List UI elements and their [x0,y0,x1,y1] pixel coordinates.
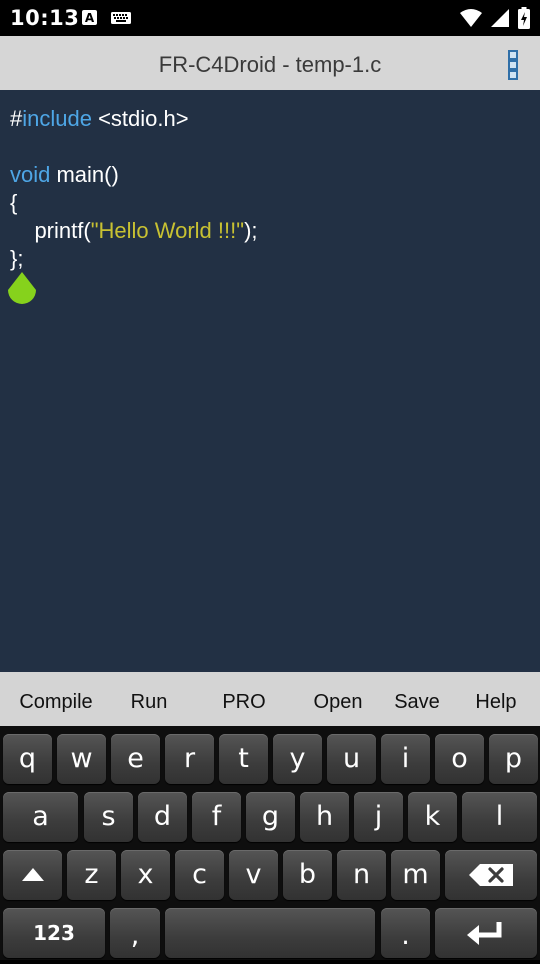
status-bar: 10:13 A [0,0,540,36]
key-n[interactable]: n [337,850,386,900]
open-button[interactable]: Open [300,672,376,726]
code-string-literal: "Hello World !!!" [90,218,245,243]
action-toolbar: Compile Run PRO Open Save Help [0,672,540,726]
key-s[interactable]: s [84,792,133,842]
code-line-4: { [10,190,18,215]
key-k[interactable]: k [408,792,457,842]
signal-icon [490,8,510,33]
battery-charging-icon [518,7,530,34]
app-title: FR-C4Droid - temp-1.c [158,52,382,77]
enter-arrow-icon [467,922,502,945]
pro-button[interactable]: PRO [206,672,282,726]
key-v[interactable]: v [229,850,278,900]
key-d[interactable]: d [138,792,187,842]
key-b[interactable]: b [283,850,332,900]
shift-arrow-icon [21,868,44,881]
key-f[interactable]: f [192,792,241,842]
key-h[interactable]: h [300,792,349,842]
backspace-key[interactable] [445,850,537,900]
key-l[interactable]: l [462,792,537,842]
code-keyword-include: include [22,106,92,131]
wifi-icon [460,8,482,33]
spacebar-key[interactable] [165,908,375,958]
key-o[interactable]: o [435,734,484,784]
code-hash: # [10,106,23,131]
key-t[interactable]: t [219,734,268,784]
code-printf-call: printf( [10,218,91,243]
backspace-icon [469,864,513,886]
key-r[interactable]: r [165,734,214,784]
code-editor[interactable]: #include <stdio.h> void main() { printf(… [0,90,540,672]
status-time: 10:13 [10,6,80,30]
keyboard-icon [111,11,131,30]
key-x[interactable]: x [121,850,170,900]
on-screen-keyboard: q w e r t y u i o p a s d f g h j k l z … [0,726,540,960]
key-p[interactable]: p [489,734,538,784]
key-z[interactable]: z [67,850,116,900]
app-title-bar: FR-C4Droid - temp-1.c [0,36,540,90]
compile-button[interactable]: Compile [6,672,106,726]
key-w[interactable]: w [57,734,106,784]
code-line-3: void main() [10,162,119,188]
key-j[interactable]: j [354,792,403,842]
key-g[interactable]: g [246,792,295,842]
code-line-5: printf("Hello World !!!"); [10,218,258,244]
key-period[interactable]: . [381,908,430,958]
key-y[interactable]: y [273,734,322,784]
code-line-1: #include <stdio.h> [10,106,189,132]
key-c[interactable]: c [175,850,224,900]
numbers-key[interactable]: 123 [3,908,105,958]
help-button[interactable]: Help [458,672,534,726]
key-u[interactable]: u [327,734,376,784]
code-include-target: <stdio.h> [91,106,189,131]
overflow-menu-icon[interactable] [508,50,518,80]
text-cursor-handle[interactable] [7,272,37,308]
run-button[interactable]: Run [112,672,186,726]
code-line-6: }; [10,246,24,271]
key-a[interactable]: a [3,792,78,842]
svg-text:A: A [85,11,95,25]
text-a-icon: A [82,10,97,30]
shift-key[interactable] [3,850,62,900]
code-printf-close: ); [244,218,258,243]
code-keyword-void: void [10,162,51,187]
code-function-signature: main() [50,162,119,187]
key-e[interactable]: e [111,734,160,784]
enter-key[interactable] [435,908,537,958]
key-comma[interactable]: , [110,908,160,958]
key-i[interactable]: i [381,734,430,784]
key-m[interactable]: m [391,850,440,900]
save-button[interactable]: Save [380,672,454,726]
key-q[interactable]: q [3,734,52,784]
